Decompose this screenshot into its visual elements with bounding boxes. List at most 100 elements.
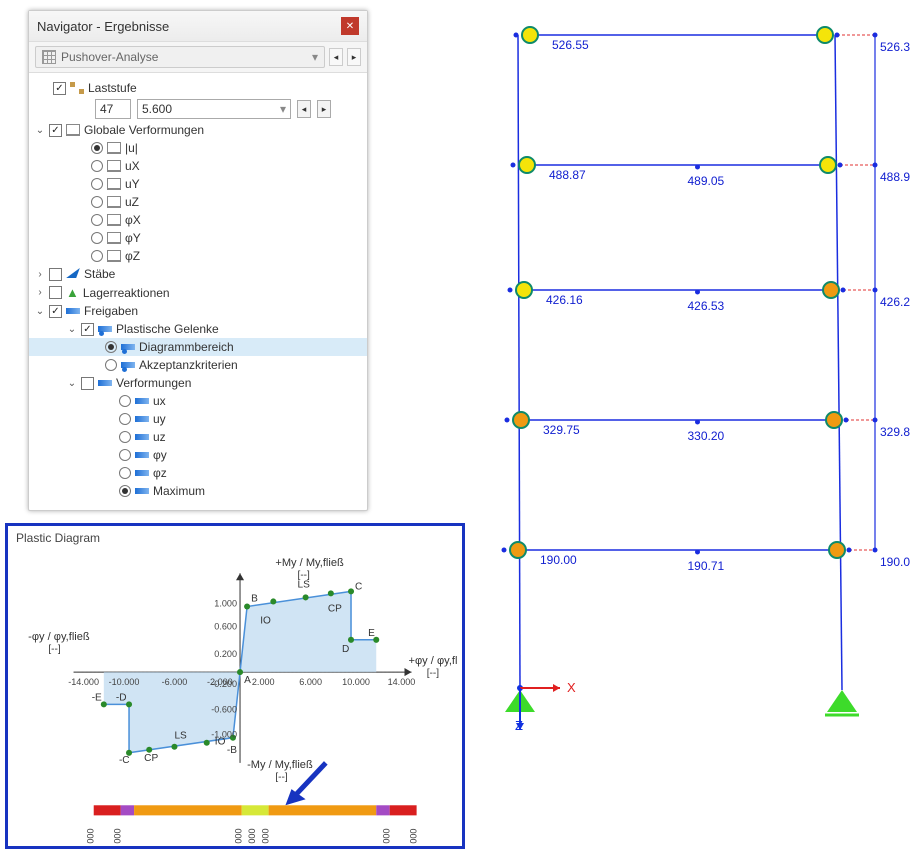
globale-item-label: φZ bbox=[125, 249, 140, 263]
deform-icon bbox=[107, 142, 121, 154]
laststufe-value[interactable]: 5.600▾ bbox=[137, 99, 291, 119]
svg-text:190.00: 190.00 bbox=[540, 553, 577, 567]
svg-text:426.16: 426.16 bbox=[546, 293, 583, 307]
plast-checkbox[interactable] bbox=[81, 323, 94, 336]
hinge-icon bbox=[98, 326, 112, 332]
svg-text:LS: LS bbox=[298, 579, 311, 590]
laststufe-checkbox[interactable] bbox=[53, 82, 66, 95]
svg-text:C: C bbox=[355, 581, 362, 592]
support-icon: ▲ bbox=[66, 285, 79, 300]
caret-icon[interactable]: › bbox=[35, 287, 45, 298]
svg-text:-0.600: -0.600 bbox=[211, 704, 237, 714]
deform-icon bbox=[107, 160, 121, 172]
freigaben-checkbox[interactable] bbox=[49, 305, 62, 318]
release-icon bbox=[66, 308, 80, 314]
verf-item-label: uy bbox=[153, 412, 166, 426]
navigator-title: Navigator - Ergebnisse bbox=[37, 19, 169, 34]
globale-radio[interactable] bbox=[91, 178, 103, 190]
svg-text:-D: -D bbox=[116, 692, 127, 703]
prev-button[interactable]: ◂ bbox=[329, 48, 343, 66]
globale-checkbox[interactable] bbox=[49, 124, 62, 137]
svg-text:D: D bbox=[342, 644, 349, 655]
svg-text:-10.000: -10.000 bbox=[109, 677, 140, 687]
verformungen-checkbox[interactable] bbox=[81, 377, 94, 390]
close-icon[interactable]: ✕ bbox=[341, 17, 359, 35]
support-pin-icon bbox=[827, 690, 857, 712]
svg-text:B: B bbox=[251, 593, 258, 604]
release-icon bbox=[135, 398, 149, 404]
svg-text:E: E bbox=[368, 628, 375, 639]
caret-icon[interactable]: ⌄ bbox=[67, 324, 77, 335]
stabe-checkbox[interactable] bbox=[49, 268, 62, 281]
svg-text:-B: -B bbox=[227, 745, 237, 756]
globale-item-label: φX bbox=[125, 213, 141, 227]
release-icon bbox=[135, 416, 149, 422]
globale-radio[interactable] bbox=[91, 214, 103, 226]
svg-text:10.000: 10.000 bbox=[382, 828, 392, 843]
x-neg-label: -φy / φy,fließ bbox=[28, 631, 90, 643]
svg-text:0.200: 0.200 bbox=[214, 649, 237, 659]
verf-radio[interactable] bbox=[119, 485, 131, 497]
svg-text:14.000: 14.000 bbox=[388, 677, 416, 687]
model-svg: 526.55526.37488.87489.05488.95426.16426.… bbox=[480, 10, 910, 730]
results-tree: Laststufe 47 5.600▾ ◂ ▸ ⌄ Globale Verfor… bbox=[29, 73, 367, 510]
chevron-down-icon: ▾ bbox=[312, 50, 318, 64]
release-icon bbox=[135, 434, 149, 440]
svg-text:Z: Z bbox=[515, 718, 523, 730]
verf-item-label: ux bbox=[153, 394, 166, 408]
structural-model-view[interactable]: 526.55526.37488.87489.05488.95426.16426.… bbox=[480, 10, 910, 730]
release-icon bbox=[98, 380, 112, 386]
lager-label: Lagerreaktionen bbox=[83, 286, 170, 300]
caret-icon[interactable]: › bbox=[35, 269, 45, 280]
svg-text:1.000: 1.000 bbox=[261, 828, 271, 843]
laststufe-prev[interactable]: ◂ bbox=[297, 100, 311, 118]
globale-item-label: uY bbox=[125, 177, 140, 191]
analysis-toolbar: Pushover-Analyse ▾ ◂ ▸ bbox=[29, 42, 367, 73]
lager-checkbox[interactable] bbox=[49, 286, 62, 299]
svg-text:329.75: 329.75 bbox=[543, 423, 580, 437]
globale-radio[interactable] bbox=[91, 196, 103, 208]
globale-radio[interactable] bbox=[91, 232, 103, 244]
svg-text:-C: -C bbox=[119, 755, 130, 766]
freigaben-label: Freigaben bbox=[84, 304, 138, 318]
caret-icon[interactable]: ⌄ bbox=[35, 306, 45, 317]
svg-text:10.000: 10.000 bbox=[342, 677, 370, 687]
navigator-panel: Navigator - Ergebnisse ✕ Pushover-Analys… bbox=[28, 10, 368, 511]
deform-icon bbox=[66, 124, 80, 136]
globale-radio[interactable] bbox=[91, 160, 103, 172]
plastic-diagram-chart: +My / My,fließ [--] -φy / φy,fließ [--] … bbox=[13, 551, 457, 844]
svg-text:-10.000: -10.000 bbox=[113, 828, 123, 843]
svg-text:-6.000: -6.000 bbox=[162, 677, 188, 687]
laststufe-number[interactable]: 47 bbox=[95, 99, 131, 119]
globale-radio[interactable] bbox=[91, 250, 103, 262]
akzeptanz-radio[interactable] bbox=[105, 359, 117, 371]
svg-text:329.84: 329.84 bbox=[880, 425, 910, 439]
plastic-diagram-title: Plastic Diagram bbox=[8, 526, 462, 550]
verf-radio[interactable] bbox=[119, 395, 131, 407]
svg-text:-12.000: -12.000 bbox=[86, 828, 96, 843]
plastic-diagram-panel: Plastic Diagram +My / My,fließ [--] -φy … bbox=[5, 523, 465, 849]
caret-icon[interactable]: ⌄ bbox=[35, 125, 45, 136]
globale-radio[interactable] bbox=[91, 142, 103, 154]
svg-text:IO: IO bbox=[260, 616, 271, 627]
analysis-dropdown[interactable]: Pushover-Analyse ▾ bbox=[35, 46, 325, 68]
caret-icon[interactable]: ⌄ bbox=[67, 378, 77, 389]
release-icon bbox=[135, 488, 149, 494]
next-button[interactable]: ▸ bbox=[347, 48, 361, 66]
verf-radio[interactable] bbox=[119, 449, 131, 461]
svg-text:CP: CP bbox=[144, 753, 158, 764]
svg-text:[--]: [--] bbox=[427, 668, 440, 679]
globale-label: Globale Verformungen bbox=[84, 123, 204, 137]
svg-text:[--]: [--] bbox=[48, 644, 61, 655]
svg-text:X: X bbox=[567, 680, 576, 695]
verf-radio[interactable] bbox=[119, 413, 131, 425]
deform-icon bbox=[107, 178, 121, 190]
laststufe-label: Laststufe bbox=[88, 81, 137, 95]
verf-radio[interactable] bbox=[119, 467, 131, 479]
diagrammbereich-radio[interactable] bbox=[105, 341, 117, 353]
globale-item-label: uX bbox=[125, 159, 140, 173]
laststufe-stepper: 47 5.600▾ ◂ ▸ bbox=[29, 97, 367, 121]
laststufe-next[interactable]: ▸ bbox=[317, 100, 331, 118]
y-neg-label: -My / My,fließ bbox=[247, 759, 313, 771]
verf-radio[interactable] bbox=[119, 431, 131, 443]
